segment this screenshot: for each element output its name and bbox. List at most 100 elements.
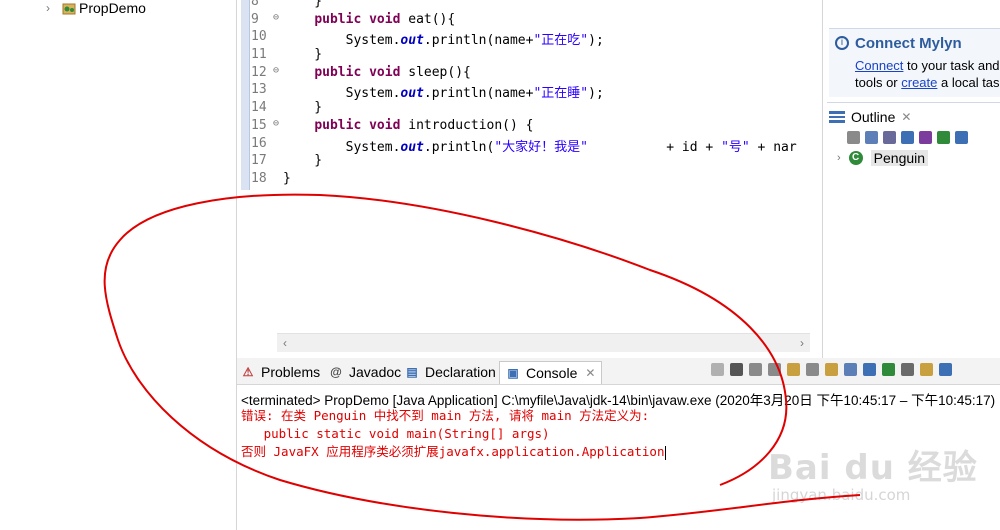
code-line[interactable]: 17 }	[251, 153, 797, 171]
console-toolbar-button[interactable]	[920, 363, 933, 376]
console-output[interactable]: <terminated> PropDemo [Java Application]…	[241, 389, 995, 461]
create-link[interactable]: create	[901, 75, 937, 90]
line-number: 14	[251, 100, 267, 116]
console-toolbar-button[interactable]	[863, 363, 876, 376]
line-number: 17	[251, 153, 267, 169]
tab-javadoc[interactable]: @ Javadoc	[329, 361, 401, 383]
console-error-text: 否则 JavaFX 应用程序类必须扩展javafx.application.Ap…	[241, 444, 665, 459]
code-line[interactable]: 8 }	[251, 0, 797, 12]
console-toolbar-button[interactable]	[806, 363, 819, 376]
code-token: sleep(){	[400, 64, 471, 80]
code-line[interactable]: 13 System.out.println(name+"正在睡");	[251, 82, 797, 101]
code-token: introduction() {	[400, 117, 534, 133]
outline-toolbar-button[interactable]	[901, 131, 914, 144]
outline-node-penguin[interactable]: › C Penguin	[837, 150, 929, 166]
outline-toolbar-button[interactable]	[847, 131, 860, 144]
line-number: 10	[251, 29, 267, 45]
code-text: public void eat(){	[283, 12, 455, 30]
console-toolbar-button[interactable]	[749, 363, 762, 376]
mylyn-line-2: tools or create a local tas	[855, 75, 1000, 90]
tab-console-label: Console	[526, 365, 578, 381]
outline-toolbar-button[interactable]	[865, 131, 878, 144]
code-line[interactable]: 15 ⊖ public void introduction() {	[251, 118, 797, 136]
fold-gutter	[273, 153, 283, 171]
fold-gutter	[273, 82, 283, 100]
code-token: }	[283, 170, 291, 186]
fold-toggle-icon[interactable]: ⊖	[273, 118, 283, 136]
code-line[interactable]: 12 ⊖ public void sleep(){	[251, 65, 797, 83]
code-token: }	[283, 153, 323, 169]
tab-declaration[interactable]: ▤ Declaration	[405, 361, 496, 383]
code-line[interactable]: 10 System.out.println(name+"正在吃");	[251, 29, 797, 48]
tab-declaration-label: Declaration	[425, 364, 496, 380]
scroll-right-icon[interactable]: ›	[800, 336, 804, 350]
outline-toolbar-button[interactable]	[937, 131, 950, 144]
code-line[interactable]: 11 }	[251, 47, 797, 65]
project-label[interactable]: PropDemo	[79, 0, 146, 16]
fold-toggle-icon[interactable]: ⊖	[273, 65, 283, 83]
code-text: public void introduction() {	[283, 118, 533, 136]
tab-console[interactable]: ▣ Console ✕	[499, 361, 603, 384]
outline-toolbar-button[interactable]	[955, 131, 968, 144]
console-toolbar-button[interactable]	[939, 363, 952, 376]
problems-icon: ⚠	[242, 365, 254, 379]
connect-link[interactable]: Connect	[855, 58, 903, 73]
mylyn-line-2-text: a local tas	[937, 75, 1000, 90]
javadoc-icon: @	[330, 365, 342, 379]
class-icon: C	[848, 151, 863, 165]
code-line[interactable]: 16 System.out.println("大家好！我是" + id + "号…	[251, 136, 797, 155]
console-toolbar-button[interactable]	[768, 363, 781, 376]
code-text: }	[283, 153, 322, 171]
console-toolbar-button[interactable]	[844, 363, 857, 376]
console-toolbar-button[interactable]	[901, 363, 914, 376]
code-text: }	[283, 0, 322, 12]
info-icon: i	[835, 36, 849, 50]
console-error-line: 否则 JavaFX 应用程序类必须扩展javafx.application.Ap…	[241, 443, 995, 461]
fold-gutter	[273, 171, 283, 189]
chevron-right-icon[interactable]: ›	[46, 1, 58, 15]
tab-outline[interactable]: Outline ✕	[829, 107, 911, 127]
outline-toolbar-button[interactable]	[919, 131, 932, 144]
console-toolbar-button[interactable]	[711, 363, 724, 376]
console-toolbar-button[interactable]	[787, 363, 800, 376]
view-tabs: ⚠ Problems @ Javadoc ▤ Declaration ▣ Con…	[237, 358, 1000, 385]
horizontal-scrollbar[interactable]: ‹ ›	[277, 333, 810, 352]
mylyn-connect-panel: i Connect Mylyn Connect to your task and…	[829, 28, 1000, 97]
tab-javadoc-label: Javadoc	[349, 364, 402, 380]
tab-problems[interactable]: ⚠ Problems	[241, 361, 321, 383]
close-icon[interactable]: ✕	[585, 366, 595, 380]
project-tree-item[interactable]: › PropDemo	[46, 0, 146, 16]
close-icon[interactable]: ✕	[901, 110, 911, 124]
code-editor[interactable]: 8 } 9 ⊖ public void eat(){10 System.out.pr…	[237, 0, 810, 352]
java-project-icon	[62, 3, 76, 15]
code-line[interactable]: 18}	[251, 171, 797, 189]
console-toolbar-button[interactable]	[825, 363, 838, 376]
console-icon: ▣	[507, 366, 519, 380]
mylyn-line-2-prefix: tools or	[855, 75, 902, 90]
outline-toolbar-button[interactable]	[883, 131, 896, 144]
code-text: }	[283, 47, 322, 65]
outline-icon	[829, 111, 845, 123]
declaration-icon: ▤	[406, 365, 418, 379]
console-toolbar-button[interactable]	[730, 363, 743, 376]
line-number: 9	[251, 11, 259, 27]
code-lines[interactable]: 8 } 9 ⊖ public void eat(){10 System.out.pr…	[251, 0, 797, 189]
code-token: void	[369, 11, 401, 27]
code-line[interactable]: 9 ⊖ public void eat(){	[251, 12, 797, 30]
fold-gutter	[273, 29, 283, 47]
mylyn-line-1: Connect to your task and	[855, 58, 1000, 73]
fold-gutter	[273, 136, 283, 154]
code-text: public void sleep(){	[283, 65, 471, 83]
code-text: }	[283, 171, 291, 189]
outline-toolbar	[847, 131, 968, 144]
scroll-left-icon[interactable]: ‹	[283, 336, 287, 350]
fold-toggle-icon[interactable]: ⊖	[273, 12, 283, 30]
console-toolbar-button[interactable]	[882, 363, 895, 376]
code-line[interactable]: 14 }	[251, 100, 797, 118]
outline-tab-label: Outline	[851, 109, 896, 125]
chevron-right-icon[interactable]: ›	[837, 152, 841, 164]
